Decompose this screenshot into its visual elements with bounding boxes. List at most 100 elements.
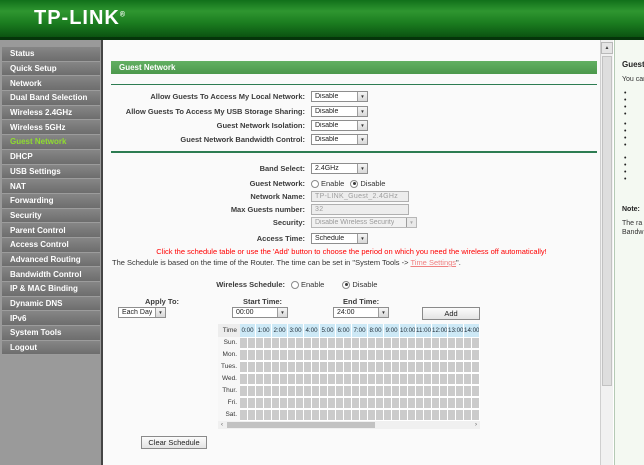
radio-guest-enable[interactable]: [311, 180, 319, 188]
schedule-cell[interactable]: [240, 397, 256, 409]
schedule-cell[interactable]: [416, 385, 432, 397]
vertical-scrollbar[interactable]: ▲: [600, 40, 613, 465]
access-time-select[interactable]: Schedule ▼: [311, 233, 368, 244]
schedule-cell[interactable]: [352, 397, 368, 409]
sidebar-item-dynamic-dns[interactable]: Dynamic DNS: [2, 297, 100, 312]
schedule-cell[interactable]: [304, 361, 320, 373]
schedule-hscrollbar[interactable]: ‹ ›: [218, 421, 480, 429]
schedule-cell[interactable]: [448, 373, 464, 385]
schedule-cell[interactable]: [240, 385, 256, 397]
schedule-cell[interactable]: [320, 385, 336, 397]
schedule-cell[interactable]: [464, 409, 480, 421]
schedule-cell[interactable]: [304, 409, 320, 421]
schedule-cell[interactable]: [384, 409, 400, 421]
sidebar-item-ip-mac-binding[interactable]: IP & MAC Binding: [2, 282, 100, 297]
scroll-right-icon[interactable]: ›: [472, 421, 480, 429]
schedule-cell[interactable]: [368, 373, 384, 385]
schedule-cell[interactable]: [272, 397, 288, 409]
schedule-cell[interactable]: [336, 397, 352, 409]
schedule-cell[interactable]: [448, 385, 464, 397]
schedule-cell[interactable]: [400, 385, 416, 397]
schedule-cell[interactable]: [352, 337, 368, 349]
schedule-cell[interactable]: [432, 409, 448, 421]
schedule-cell[interactable]: [240, 373, 256, 385]
schedule-cell[interactable]: [352, 385, 368, 397]
schedule-cell[interactable]: [432, 349, 448, 361]
band-select[interactable]: 2.4GHz ▼: [311, 163, 368, 174]
schedule-cell[interactable]: [336, 349, 352, 361]
scroll-left-icon[interactable]: ‹: [218, 421, 226, 429]
schedule-cell[interactable]: [320, 349, 336, 361]
schedule-cell[interactable]: [272, 373, 288, 385]
schedule-cell[interactable]: [240, 361, 256, 373]
schedule-cell[interactable]: [336, 373, 352, 385]
apply-to-select[interactable]: Each Day ▼: [118, 307, 166, 318]
sidebar-item-advanced-routing[interactable]: Advanced Routing: [2, 253, 100, 268]
scroll-up-icon[interactable]: ▲: [601, 42, 613, 54]
sidebar-item-forwarding[interactable]: Forwarding: [2, 194, 100, 209]
schedule-cell[interactable]: [288, 385, 304, 397]
schedule-cell[interactable]: [448, 397, 464, 409]
schedule-cell[interactable]: [288, 349, 304, 361]
sidebar-item-usb-settings[interactable]: USB Settings: [2, 165, 100, 180]
schedule-cell[interactable]: [368, 349, 384, 361]
schedule-cell[interactable]: [432, 337, 448, 349]
schedule-cell[interactable]: [256, 361, 272, 373]
schedule-cell[interactable]: [256, 409, 272, 421]
schedule-cell[interactable]: [352, 409, 368, 421]
sidebar-item-network[interactable]: Network: [2, 76, 100, 91]
add-button[interactable]: Add: [422, 307, 480, 320]
schedule-cell[interactable]: [320, 397, 336, 409]
vscroll-thumb[interactable]: [602, 56, 612, 386]
sidebar-item-dual-band-selection[interactable]: Dual Band Selection: [2, 91, 100, 106]
sidebar-item-security[interactable]: Security: [2, 209, 100, 224]
schedule-cell[interactable]: [432, 373, 448, 385]
schedule-cell[interactable]: [272, 409, 288, 421]
schedule-cell[interactable]: [384, 385, 400, 397]
schedule-cell[interactable]: [336, 337, 352, 349]
sidebar-item-access-control[interactable]: Access Control: [2, 238, 100, 253]
schedule-cell[interactable]: [368, 397, 384, 409]
schedule-cell[interactable]: [288, 397, 304, 409]
schedule-cell[interactable]: [272, 337, 288, 349]
sidebar-item-bandwidth-control[interactable]: Bandwidth Control: [2, 267, 100, 282]
schedule-cell[interactable]: [272, 361, 288, 373]
sidebar-item-quick-setup[interactable]: Quick Setup: [2, 62, 100, 77]
schedule-cell[interactable]: [384, 361, 400, 373]
schedule-cell[interactable]: [464, 337, 480, 349]
start-time-select[interactable]: 00:00 ▼: [232, 307, 288, 318]
schedule-cell[interactable]: [288, 409, 304, 421]
schedule-cell[interactable]: [400, 373, 416, 385]
schedule-cell[interactable]: [464, 361, 480, 373]
schedule-cell[interactable]: [384, 349, 400, 361]
schedule-cell[interactable]: [256, 385, 272, 397]
sidebar-item-parent-control[interactable]: Parent Control: [2, 223, 100, 238]
schedule-cell[interactable]: [304, 385, 320, 397]
schedule-cell[interactable]: [352, 373, 368, 385]
sidebar-item-status[interactable]: Status: [2, 47, 100, 62]
schedule-cell[interactable]: [320, 373, 336, 385]
schedule-cell[interactable]: [384, 373, 400, 385]
radio-schedule-disable[interactable]: [342, 281, 350, 289]
schedule-cell[interactable]: [448, 409, 464, 421]
schedule-cell[interactable]: [368, 409, 384, 421]
sidebar-item-wireless-2-4ghz[interactable]: Wireless 2.4GHz: [2, 106, 100, 121]
schedule-cell[interactable]: [320, 337, 336, 349]
schedule-cell[interactable]: [416, 373, 432, 385]
usb-storage-select[interactable]: Disable ▼: [311, 106, 368, 117]
sidebar-item-dhcp[interactable]: DHCP: [2, 150, 100, 165]
schedule-cell[interactable]: [448, 349, 464, 361]
schedule-cell[interactable]: [416, 349, 432, 361]
schedule-cell[interactable]: [304, 349, 320, 361]
schedule-cell[interactable]: [464, 349, 480, 361]
schedule-cell[interactable]: [320, 409, 336, 421]
local-network-select[interactable]: Disable ▼: [311, 91, 368, 102]
schedule-cell[interactable]: [368, 385, 384, 397]
schedule-cell[interactable]: [400, 361, 416, 373]
sidebar-item-logout[interactable]: Logout: [2, 341, 100, 356]
time-settings-link[interactable]: Time Settings: [410, 258, 456, 267]
schedule-cell[interactable]: [304, 397, 320, 409]
schedule-cell[interactable]: [384, 397, 400, 409]
radio-schedule-enable[interactable]: [291, 281, 299, 289]
schedule-cell[interactable]: [464, 397, 480, 409]
